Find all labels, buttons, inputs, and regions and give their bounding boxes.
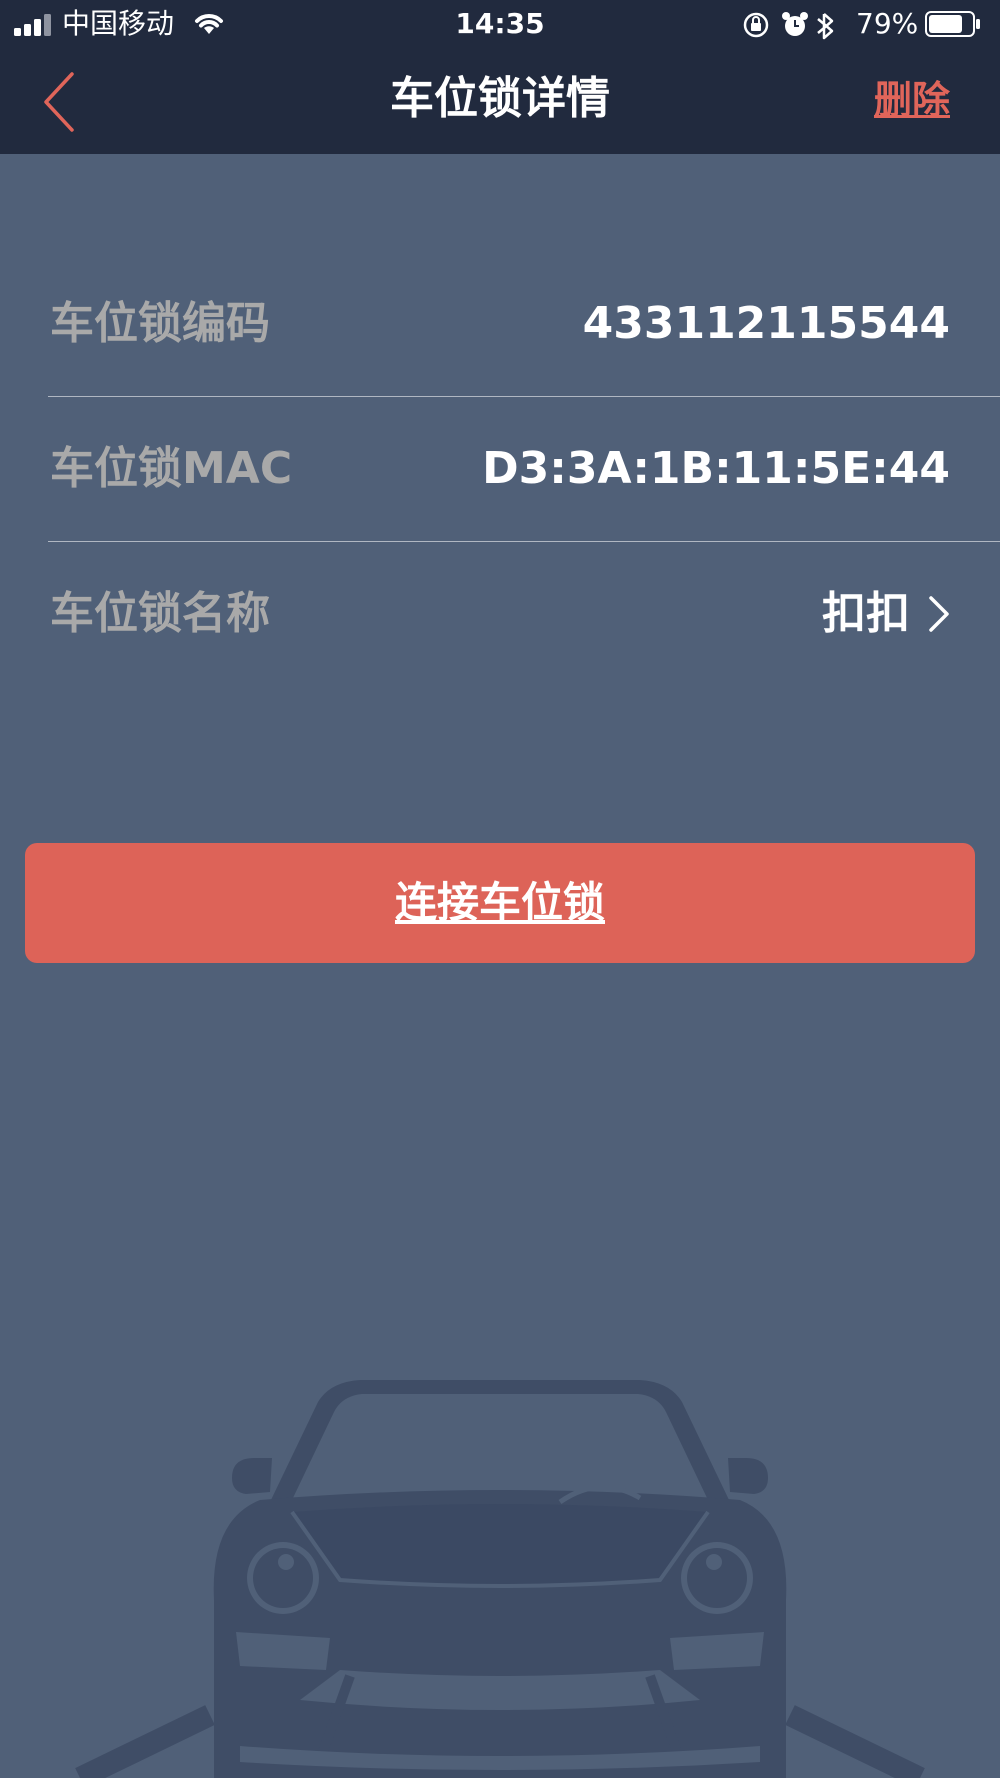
lock-mac-row: 车位锁MAC D3:3A:1B:11:5E:44 [48, 397, 1000, 542]
bluetooth-icon [817, 13, 834, 40]
alarm-icon [782, 12, 808, 36]
status-icons [743, 12, 834, 40]
connect-lock-label: 连接车位锁 [394, 878, 605, 927]
lock-code-label: 车位锁编码 [50, 298, 270, 349]
lock-name-value: 扣扣 [822, 588, 910, 639]
navigation-bar: 车位锁详情 删除 [0, 48, 1000, 154]
lock-mac-label: 车位锁MAC [50, 443, 293, 494]
car-illustration [75, 1380, 925, 1778]
page-title: 车位锁详情 [390, 73, 610, 124]
chevron-right-icon [929, 596, 949, 632]
lock-code-value: 433112115544 [582, 298, 950, 349]
lock-name-label: 车位锁名称 [50, 588, 270, 639]
connect-lock-button[interactable]: 连接车位锁 [25, 843, 975, 963]
battery-percent: 79% [856, 7, 919, 40]
orientation-lock-icon [743, 12, 769, 38]
clock-time: 14:35 [455, 7, 545, 40]
lock-mac-value: D3:3A:1B:11:5E:44 [482, 443, 950, 494]
lock-name-row[interactable]: 车位锁名称 扣扣 [48, 542, 1000, 686]
delete-button[interactable]: 删除 [874, 48, 950, 152]
battery-icon [925, 11, 980, 37]
status-bar: 中国移动 14:35 79% [0, 0, 1000, 48]
lock-code-row: 车位锁编码 433112115544 [48, 252, 1000, 397]
